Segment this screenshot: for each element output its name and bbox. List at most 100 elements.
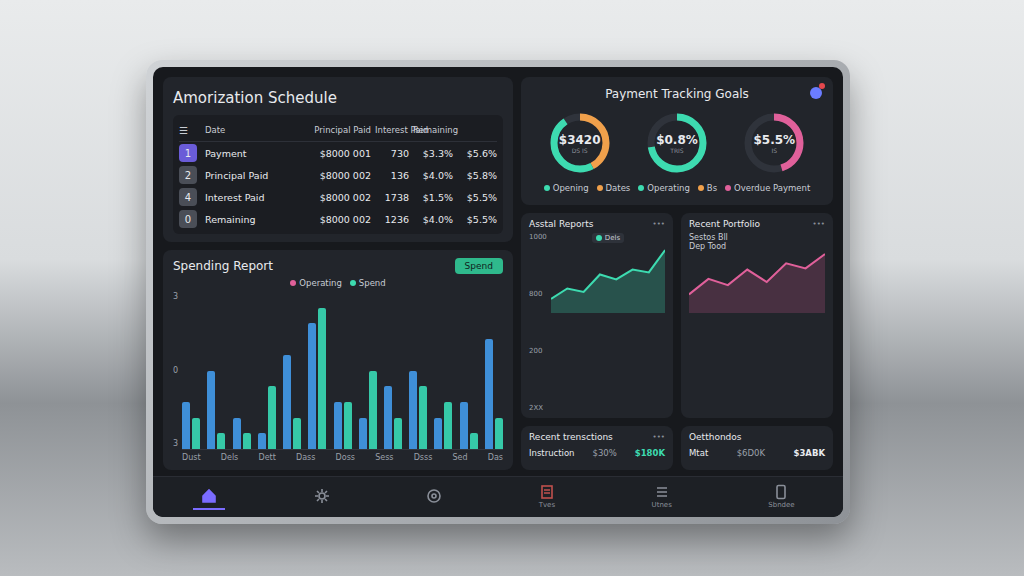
table-row[interactable]: 4 Interest Paid $8000 002 1738 $1.5% $5.… [179,186,497,208]
nav-item[interactable]: Utnes [644,480,680,515]
bar[interactable] [268,386,276,449]
bar[interactable] [192,418,200,449]
bar[interactable] [384,386,392,449]
office-background: Amorization Schedule ☰ DatePrincipal Pai… [0,0,1024,576]
more-icon[interactable]: ••• [653,433,665,441]
bar[interactable] [394,418,402,449]
column-header[interactable]: Interest Paid [375,125,409,135]
x-label: Das [488,453,503,462]
portfolio-title: Recent Portfolio [689,219,760,229]
bar[interactable] [409,371,417,450]
bar[interactable] [293,418,301,449]
holdings-panel: Oetthondos Mtat $6D0K $3ABK [681,426,833,470]
transaction-row[interactable]: Instruction $30% $180K [529,448,665,458]
nav-label: Utnes [652,501,672,509]
x-label: Dsss [414,453,433,462]
transaction-value: $30% [592,448,616,458]
donut-value: $3420 [559,133,601,147]
spending-legend: OperatingSpend [173,278,503,288]
legend-item: Spend [350,278,386,288]
bar[interactable] [318,308,326,449]
tablet: Amorization Schedule ☰ DatePrincipal Pai… [146,60,850,524]
table-row[interactable]: 0 Remaining $8000 002 1236 $4.0% $5.5% [179,208,497,230]
y-tick: 3 [173,439,178,448]
table-row[interactable]: 2 Principal Paid $8000 002 136 $4.0% $5.… [179,164,497,186]
goal-donut[interactable]: $0.8% TRIS [641,107,713,179]
y-tick: 800 [529,290,547,298]
bar[interactable] [444,402,452,449]
interest-cell: 1738 [375,192,409,203]
recent-transactions-panel: Recent trensctions ••• Instruction $30% $… [521,426,673,470]
x-label: Dass [296,453,315,462]
column-header[interactable]: Date [205,125,299,135]
row-label: Interest Paid [205,192,299,203]
bar[interactable] [217,433,225,449]
spend-button[interactable]: Spend [455,258,503,274]
rate-cell: $1.5% [413,192,453,203]
nav-item[interactable]: Tves [531,480,563,515]
column-header[interactable]: Remaining [413,125,453,135]
interest-cell: 730 [375,148,409,159]
bar[interactable] [258,433,266,449]
goals-title: Payment Tracking Goals [531,87,823,101]
home-icon [201,488,217,504]
goal-donut[interactable]: $5.5% IS [738,107,810,179]
legend-item: Overdue Payment [725,183,810,193]
bar[interactable] [233,418,241,449]
remaining-cell: $5.6% [457,148,497,159]
donut-value: $5.5% [753,133,795,147]
asset-reports-panel: Asstal Reports••• 10008002002XX Dels [521,213,673,418]
bar[interactable] [334,402,342,449]
bar[interactable] [182,402,190,449]
notification-icon[interactable] [809,85,823,99]
row-label: Remaining [205,214,299,225]
bar[interactable] [485,339,493,449]
spending-bar-chart: 303 DustDelsDettDassDossSessDsssSedDas [173,292,503,462]
y-tick: 3 [173,292,178,301]
bar[interactable] [243,433,251,449]
transactions-title: Recent trensctions [529,432,613,442]
more-icon[interactable]: ••• [813,220,825,228]
bar[interactable] [369,371,377,450]
nav-label: Sbndee [768,501,794,509]
target-icon [426,488,442,504]
y-tick: 1000 [529,233,547,241]
nav-item[interactable]: Sbndee [760,480,802,515]
nav-item[interactable] [306,484,338,510]
x-label: Sess [375,453,393,462]
rate-cell: $4.0% [413,214,453,225]
holding-value: $6D0K [737,448,765,458]
principal-cell: $8000 001 [303,148,371,159]
principal-cell: $8000 002 [303,192,371,203]
bar[interactable] [434,418,442,449]
donut-value: $0.8% [656,133,698,147]
y-tick: 200 [529,347,547,355]
nav-item[interactable] [193,484,225,510]
bottom-nav: Tves Utnes Sbndee [153,476,843,517]
x-label: Dust [182,453,201,462]
bar[interactable] [359,418,367,449]
nav-label: Tves [539,501,555,509]
rate-cell: $4.0% [413,170,453,181]
transaction-amount: $180K [635,448,665,458]
bar[interactable] [419,386,427,449]
menu-icon[interactable]: ☰ [179,125,201,136]
more-icon[interactable]: ••• [653,220,665,228]
bar[interactable] [207,371,215,450]
holding-row[interactable]: Mtat $6D0K $3ABK [689,448,825,458]
goal-donut[interactable]: $3420 DS IS [544,107,616,179]
bar[interactable] [470,433,478,449]
spending-title: Spending Report [173,259,273,273]
bar[interactable] [344,402,352,449]
bar[interactable] [308,323,316,449]
amortization-schedule-panel: Amorization Schedule ☰ DatePrincipal Pai… [163,77,513,242]
dashboard-screen: Amorization Schedule ☰ DatePrincipal Pai… [153,67,843,517]
bar[interactable] [495,418,503,449]
bar[interactable] [460,402,468,449]
donut-caption: IS [772,147,778,154]
bar[interactable] [283,355,291,449]
column-header[interactable]: Principal Paid [303,125,371,135]
table-row[interactable]: 1 Payment $8000 001 730 $3.3% $5.6% [179,142,497,164]
nav-item[interactable] [418,484,450,510]
x-label: Dett [258,453,275,462]
